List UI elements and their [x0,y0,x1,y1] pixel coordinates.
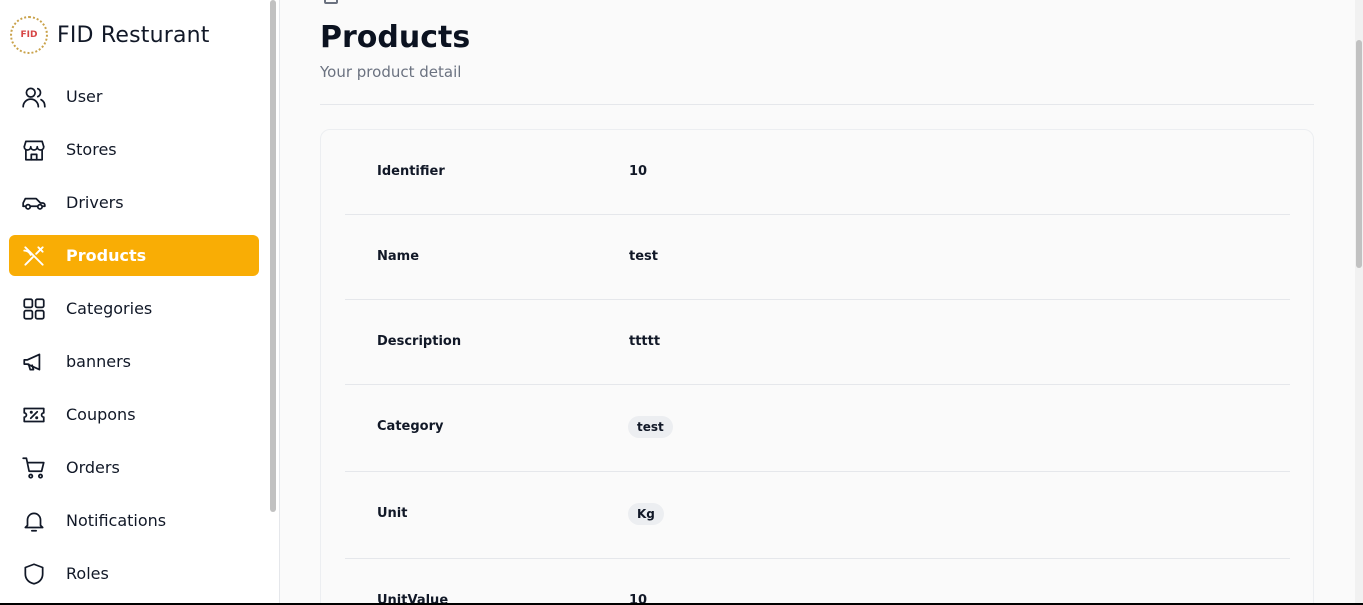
sidebar-item-products[interactable]: Products [9,235,259,276]
detail-label: Identifier [377,164,445,179]
row-divider [345,471,1290,472]
brand-logo-text: FID [20,30,38,40]
sidebar-item-label: Categories [66,299,153,318]
sidebar-item-user[interactable]: User [9,76,259,117]
car-icon [21,190,47,216]
sidebar-item-orders[interactable]: Orders [9,447,259,488]
unit-badge: Kg [628,503,664,525]
shield-icon [21,561,47,587]
detail-label: Description [377,334,462,349]
sidebar-item-label: Stores [66,140,117,159]
store-icon [21,137,47,163]
detail-label: Category [377,419,444,434]
ticket-icon [21,402,47,428]
sidebar-item-label: Products [66,246,147,265]
row-divider [345,214,1290,215]
detail-value: ttttt [629,334,661,349]
sidebar-item-label: Coupons [66,405,136,424]
cart-icon [21,455,47,481]
page-scrollbar[interactable] [1356,40,1362,268]
row-divider [345,299,1290,300]
utensils-icon [21,243,47,269]
sidebar-item-label: banners [66,352,131,371]
sidebar-item-label: Notifications [66,511,167,530]
sidebar-item-coupons[interactable]: Coupons [9,394,259,435]
brand-logo: FID [10,16,48,54]
users-icon [21,84,47,110]
sidebar-item-drivers[interactable]: Drivers [9,182,259,223]
sidebar-item-stores[interactable]: Stores [9,129,259,170]
header-divider [320,104,1314,105]
grid-icon [21,296,47,322]
brand-title: FID Resturant [57,22,210,48]
row-divider [345,384,1290,385]
sidebar-item-banners[interactable]: banners [9,341,259,382]
sidebar-scrollbar[interactable] [270,0,276,512]
sidebar: FID FID Resturant User Stores Drivers Pr… [0,0,280,605]
detail-value: 10 [629,164,648,179]
sidebar-item-notifications[interactable]: Notifications [9,500,259,541]
bell-icon [21,508,47,534]
product-detail-card [320,129,1314,605]
back-icon[interactable] [324,0,338,4]
sidebar-item-categories[interactable]: Categories [9,288,259,329]
row-divider [345,558,1290,559]
page-title: Products [320,20,471,55]
category-badge: test [628,416,673,438]
detail-label: Unit [377,506,408,521]
sidebar-item-label: Roles [66,564,109,583]
megaphone-icon [21,349,47,375]
sidebar-item-label: Orders [66,458,120,477]
detail-value: test [629,249,658,264]
page-subtitle: Your product detail [320,63,462,81]
sidebar-item-roles[interactable]: Roles [9,553,259,594]
brand[interactable]: FID FID Resturant [10,16,210,54]
detail-label: Name [377,249,420,264]
sidebar-item-label: Drivers [66,193,124,212]
sidebar-item-label: User [66,87,103,106]
